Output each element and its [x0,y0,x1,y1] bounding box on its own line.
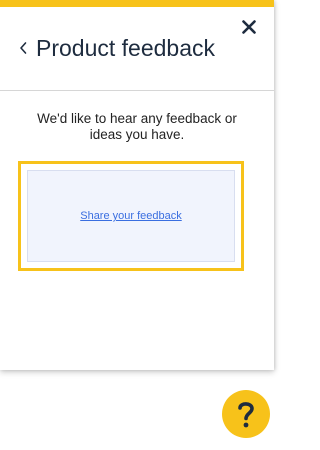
question-mark-icon [238,402,254,428]
back-button[interactable] [16,37,30,59]
page-title: Product feedback [36,35,216,61]
intro-text: We'd like to hear any feedback or ideas … [37,111,237,142]
feedback-box: Share your feedback [27,170,235,262]
help-button[interactable] [222,390,270,438]
close-button[interactable] [238,16,260,38]
share-feedback-link[interactable]: Share your feedback [80,210,182,222]
close-icon [242,20,256,34]
chevron-left-icon [20,42,27,54]
panel-header: Product feedback [0,7,274,91]
feedback-highlight-frame: Share your feedback [18,161,244,271]
feedback-panel: Product feedback We'd like to hear any f… [0,0,274,370]
